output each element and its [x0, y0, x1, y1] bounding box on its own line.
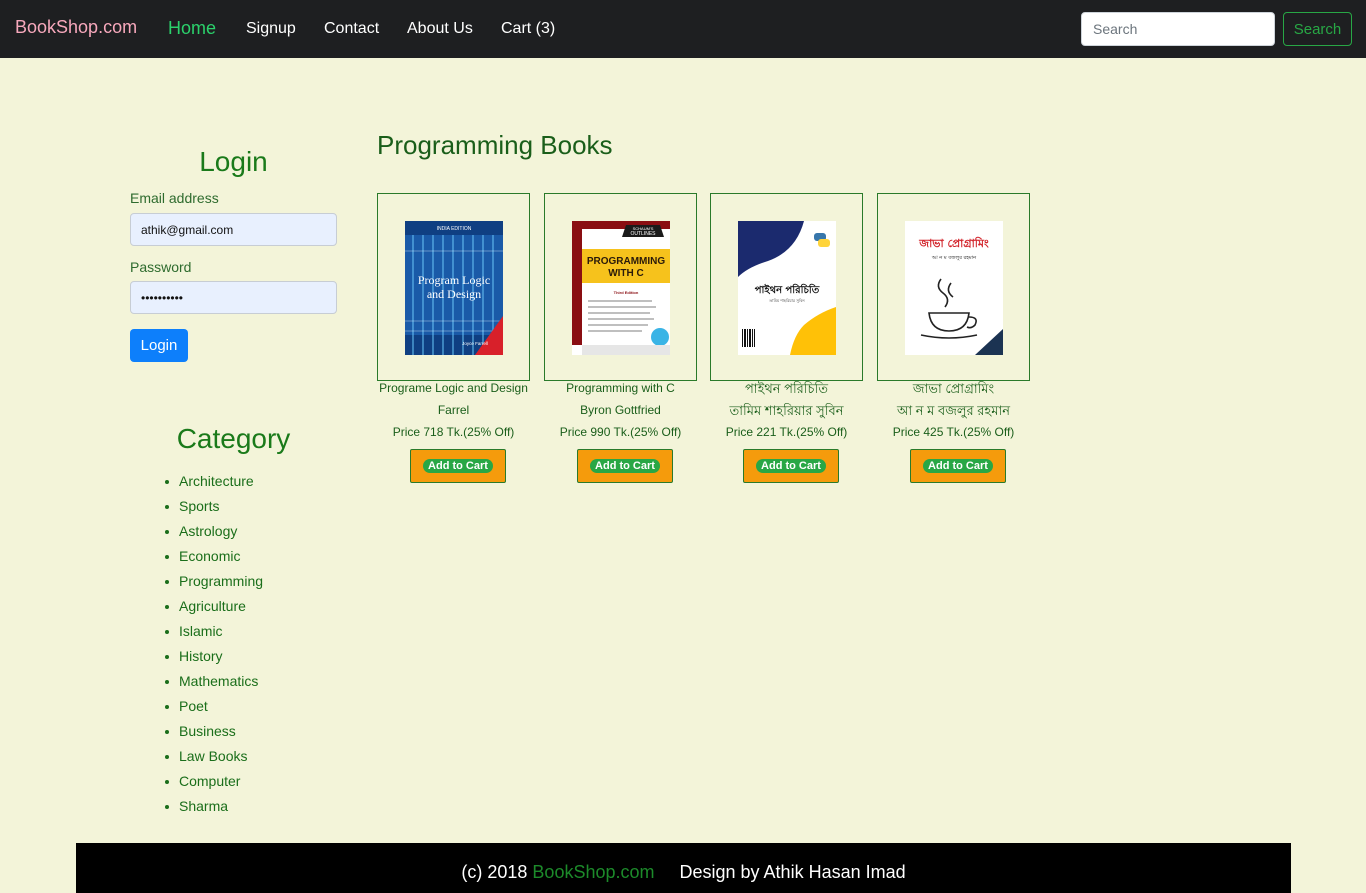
cover-title: পাইথন পরিচিতি — [755, 283, 820, 296]
book-author: আ ন ম বজলুর রহমান — [896, 403, 1011, 418]
category-title: Category — [176, 423, 291, 454]
cover-title-line2: and Design — [427, 287, 481, 301]
category-item[interactable]: Architecture — [164, 471, 263, 496]
footer-text: (c) 2018 BookShop.com Design by Athik Ha… — [76, 862, 1291, 883]
email-field[interactable] — [130, 213, 337, 246]
password-label: Password — [130, 259, 192, 275]
footer-copyright: (c) 2018 — [461, 862, 533, 882]
category-item[interactable]: Astrology — [164, 521, 263, 546]
cover-title: জাভা প্রোগ্রামিং — [918, 236, 989, 250]
category-item[interactable]: Sharma — [164, 796, 263, 821]
category-item[interactable]: Sports — [164, 496, 263, 521]
category-item[interactable]: Islamic — [164, 621, 263, 646]
search-input[interactable] — [1081, 12, 1275, 46]
book-price: Price 425 Tk.(25% Off) — [892, 425, 1015, 439]
login-title: Login — [199, 146, 268, 177]
cover-author: আ ন ম বজলুর রহমান — [931, 255, 977, 261]
section-title: Programming Books — [377, 130, 613, 160]
add-to-cart-label: Add to Cart — [590, 459, 660, 473]
add-to-cart-button[interactable]: Add to Cart — [577, 449, 673, 483]
category-item[interactable]: Programming — [164, 571, 263, 596]
search-button[interactable]: Search — [1283, 12, 1352, 46]
book-author: তামিম শাহরিয়ার সুবিন — [729, 403, 844, 418]
cover-edition: Third Edition — [614, 290, 639, 295]
book-title: জাভা প্রোগ্রামিং — [912, 381, 995, 396]
category-item[interactable]: Mathematics — [164, 671, 263, 696]
book-image-frame[interactable]: SCHAUM'S OUTLINES PROGRAMMING WITH C Thi… — [544, 193, 697, 381]
book-price: Price 221 Tk.(25% Off) — [725, 425, 848, 439]
nav-about-us[interactable]: About Us — [407, 20, 473, 38]
category-item[interactable]: Law Books — [164, 746, 263, 771]
cover-title-line2: WITH C — [608, 268, 644, 279]
footer: (c) 2018 BookShop.com Design by Athik Ha… — [76, 843, 1291, 893]
category-item[interactable]: History — [164, 646, 263, 671]
cover-title-line1: PROGRAMMING — [587, 256, 666, 267]
book-image-frame[interactable]: INDIA EDITION Program Logic and Design J… — [377, 193, 530, 381]
cover-author: Joyce Farrell — [462, 341, 488, 346]
book-cover-image: INDIA EDITION Program Logic and Design J… — [405, 221, 503, 355]
category-item[interactable]: Economic — [164, 546, 263, 571]
cover-title-line1: Program Logic — [418, 273, 490, 287]
add-to-cart-button[interactable]: Add to Cart — [410, 449, 506, 483]
book-author: Farrel — [437, 403, 470, 417]
book-title: Programe Logic and Design — [379, 381, 528, 395]
book-price: Price 718 Tk.(25% Off) — [392, 425, 515, 439]
add-to-cart-label: Add to Cart — [423, 459, 493, 473]
category-item[interactable]: Computer — [164, 771, 263, 796]
add-to-cart-button[interactable]: Add to Cart — [910, 449, 1006, 483]
category-item[interactable]: Poet — [164, 696, 263, 721]
cover-badge-line2: OUTLINES — [630, 231, 656, 237]
email-label: Email address — [130, 190, 219, 206]
book-price: Price 990 Tk.(25% Off) — [559, 425, 682, 439]
category-item[interactable]: Agriculture — [164, 596, 263, 621]
cover-author: তামিম শাহরিয়ার সুবিন — [768, 298, 805, 303]
nav-contact[interactable]: Contact — [324, 20, 379, 38]
book-title: পাইথন পরিচিতি — [744, 381, 829, 396]
brand-logo[interactable]: BookShop.com — [15, 17, 137, 38]
category-list: Architecture Sports Astrology Economic P… — [164, 471, 263, 821]
nav-home[interactable]: Home — [168, 18, 216, 39]
password-field[interactable] — [130, 281, 337, 314]
navbar: BookShop.com Home Signup Contact About U… — [0, 0, 1366, 58]
book-image-frame[interactable]: জাভা প্রোগ্রামিং আ ন ম বজলুর রহমান — [877, 193, 1030, 381]
book-image-frame[interactable]: পাইথন পরিচিতি তামিম শাহরিয়ার সুবিন — [710, 193, 863, 381]
book-cover-image: জাভা প্রোগ্রামিং আ ন ম বজলুর রহমান — [905, 221, 1003, 355]
footer-credit: Design by Athik Hasan Imad — [654, 862, 906, 882]
login-button[interactable]: Login — [130, 329, 188, 362]
nav-cart[interactable]: Cart (3) — [501, 20, 555, 38]
nav-signup[interactable]: Signup — [246, 20, 296, 38]
add-to-cart-label: Add to Cart — [756, 459, 826, 473]
book-cover-image: SCHAUM'S OUTLINES PROGRAMMING WITH C Thi… — [572, 221, 670, 355]
footer-brand-link[interactable]: BookShop.com — [532, 862, 654, 882]
category-item[interactable]: Business — [164, 721, 263, 746]
add-to-cart-label: Add to Cart — [923, 459, 993, 473]
cover-label: INDIA EDITION — [437, 226, 472, 232]
add-to-cart-button[interactable]: Add to Cart — [743, 449, 839, 483]
book-title: Programming with C — [566, 381, 675, 395]
book-cover-image: পাইথন পরিচিতি তামিম শাহরিয়ার সুবিন — [738, 221, 836, 355]
book-author: Byron Gottfried — [580, 403, 661, 417]
